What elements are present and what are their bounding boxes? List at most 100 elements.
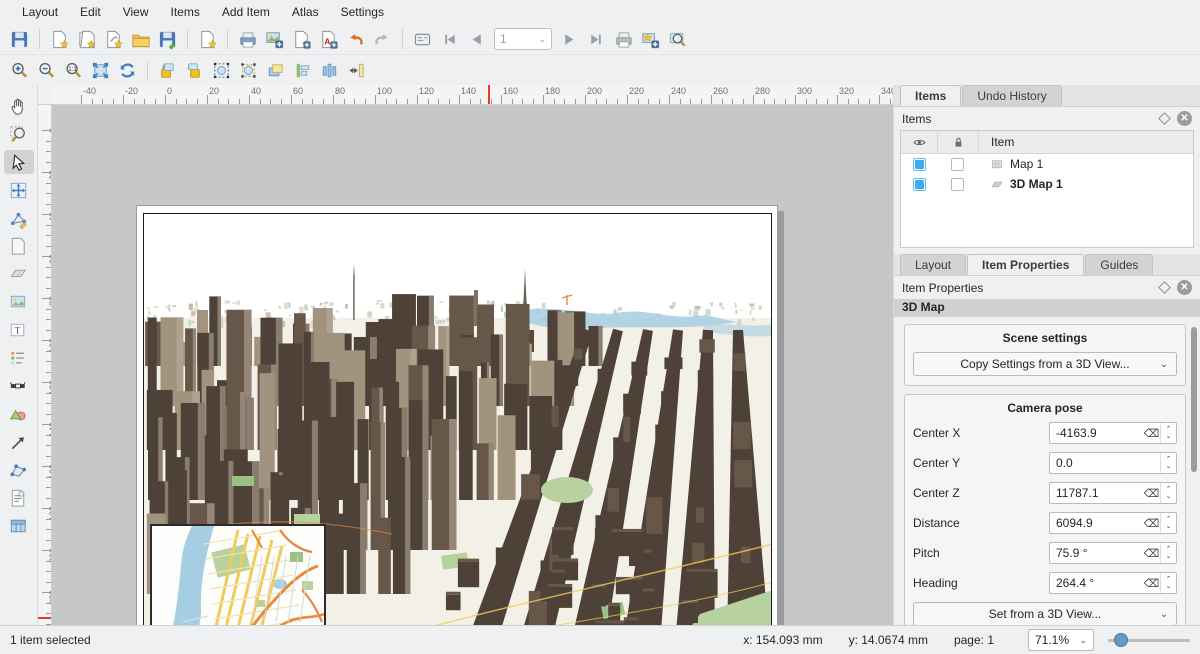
menu-edit[interactable]: Edit [70,2,111,22]
3d-map-item[interactable] [143,213,772,625]
lock-checkbox[interactable] [951,178,964,191]
unlock-all-button[interactable] [181,58,208,84]
edit-nodes-tool-button[interactable] [4,206,34,230]
last-feature-button[interactable] [583,26,610,52]
menu-add-item[interactable]: Add Item [212,2,280,22]
spin-arrows[interactable]: ⌃⌄ [1160,483,1176,503]
add-scalebar-button[interactable]: undefined [4,374,34,398]
zoom-slider-handle[interactable] [1114,633,1128,647]
refresh-view-button[interactable] [114,58,141,84]
distribute-items-button[interactable] [316,58,343,84]
atlas-settings-button[interactable] [664,26,691,52]
layout-manager-button[interactable] [100,26,127,52]
chevron-down-icon: ⌄ [1079,635,1087,646]
move-content-tool-button[interactable] [4,178,34,202]
spin-arrows[interactable]: ⌃⌄ [1160,573,1176,593]
visibility-checkbox[interactable] [913,178,926,191]
spinbox-input[interactable]: 6094.9 ⌫ ⌃⌄ [1049,512,1177,534]
add-shape-button[interactable]: undefined [4,402,34,426]
close-panel-icon[interactable]: ✕ [1177,111,1192,126]
add-node-item-button[interactable]: undefined [4,458,34,482]
preview-atlas-button[interactable] [409,26,436,52]
clear-value-icon[interactable]: ⌫ [1143,547,1160,560]
pan-tool-button[interactable] [4,94,34,118]
add-legend-button[interactable]: undefined [4,346,34,370]
clear-value-icon[interactable]: ⌫ [1143,487,1160,500]
map-item[interactable] [150,524,326,625]
align-items-button[interactable] [289,58,316,84]
add-html-button[interactable]: undefined [4,486,34,510]
menu-layout[interactable]: Layout [12,2,68,22]
undo-button[interactable] [342,26,369,52]
zoom-level-combo[interactable]: 71.1% ⌄ [1028,629,1094,651]
raise-items-button[interactable] [262,58,289,84]
table-row[interactable]: 3D Map 1 [901,174,1193,194]
export-image-button[interactable] [261,26,288,52]
set-from-3d-view-button[interactable]: Set from a 3D View... ⌄ [913,602,1177,625]
page-settings-button[interactable] [194,26,221,52]
duplicate-layout-button[interactable] [73,26,100,52]
zoom-out-button[interactable] [33,58,60,84]
zoom-slider[interactable] [1108,629,1190,651]
layout-canvas[interactable] [52,105,893,625]
spin-arrows[interactable]: ⌃⌄ [1160,543,1176,563]
open-layout-button[interactable] [127,26,154,52]
add-map-button[interactable]: undefined [4,262,34,286]
add-page-button[interactable]: undefined [4,234,34,258]
zoom-tool-button[interactable] [4,122,34,146]
next-feature-button[interactable] [556,26,583,52]
resize-items-button[interactable] [343,58,370,84]
zoom-in-button[interactable] [6,58,33,84]
tab-guides[interactable]: Guides [1085,254,1153,275]
menu-atlas[interactable]: Atlas [282,2,329,22]
spin-arrows[interactable]: ⌃⌄ [1160,423,1176,443]
atlas-page-combo[interactable]: 1⌄ [494,28,552,50]
spinbox-input[interactable]: 0.0 ⌃⌄ [1049,452,1177,474]
table-row[interactable]: Map 1 [901,154,1193,174]
new-layout-button[interactable] [46,26,73,52]
lock-items-button[interactable] [154,58,181,84]
add-label-button[interactable]: Tundefined [4,318,34,342]
spinbox-input[interactable]: -4163.9 ⌫ ⌃⌄ [1049,422,1177,444]
export-atlas-button[interactable] [637,26,664,52]
first-feature-button[interactable] [436,26,463,52]
properties-scrollbar[interactable] [1191,325,1197,619]
add-arrow-button[interactable]: undefined [4,430,34,454]
select-move-tool-button[interactable] [4,150,34,174]
spinbox-input[interactable]: 11787.1 ⌫ ⌃⌄ [1049,482,1177,504]
previous-feature-button[interactable] [463,26,490,52]
group-items-button[interactable] [208,58,235,84]
export-svg-button[interactable] [288,26,315,52]
visibility-checkbox[interactable] [913,158,926,171]
tab-items[interactable]: Items [900,85,961,106]
print-atlas-button[interactable] [610,26,637,52]
tab-item-properties[interactable]: Item Properties [967,254,1084,275]
save-layout-button[interactable] [6,26,33,52]
spin-arrows[interactable]: ⌃⌄ [1160,453,1176,473]
tab-layout[interactable]: Layout [900,254,966,275]
save-as-layout-button[interactable] [154,26,181,52]
add-picture-button[interactable]: undefined [4,290,34,314]
clear-value-icon[interactable]: ⌫ [1143,517,1160,530]
clear-value-icon[interactable]: ⌫ [1143,427,1160,440]
redo-button[interactable] [369,26,396,52]
close-panel-icon[interactable]: ✕ [1177,280,1192,295]
spinbox-input[interactable]: 264.4 ° ⌫ ⌃⌄ [1049,572,1177,594]
spinbox-input[interactable]: 75.9 ° ⌫ ⌃⌄ [1049,542,1177,564]
copy-settings-button[interactable]: Copy Settings from a 3D View... ⌄ [913,352,1177,376]
menu-items[interactable]: Items [161,2,210,22]
menu-settings[interactable]: Settings [331,2,394,22]
clear-value-icon[interactable]: ⌫ [1143,577,1160,590]
zoom-full-button[interactable] [87,58,114,84]
add-table-button[interactable]: undefined [4,514,34,538]
spin-arrows[interactable]: ⌃⌄ [1160,513,1176,533]
menu-view[interactable]: View [113,2,159,22]
tab-undo-history[interactable]: Undo History [962,85,1061,106]
zoom-actual-button[interactable]: 1:1 [60,58,87,84]
export-pdf-button[interactable]: A [315,26,342,52]
float-panel-icon[interactable] [1158,281,1171,294]
print-layout-button[interactable] [234,26,261,52]
lock-checkbox[interactable] [951,158,964,171]
float-panel-icon[interactable] [1158,112,1171,125]
ungroup-items-button[interactable] [235,58,262,84]
